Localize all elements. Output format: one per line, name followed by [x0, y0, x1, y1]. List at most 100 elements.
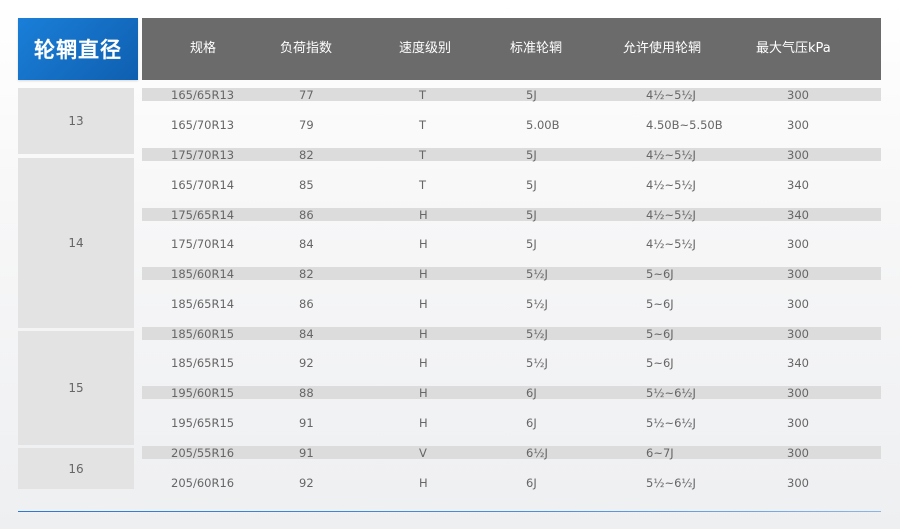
- cell-allowed-rim: 4½~5½J: [646, 207, 696, 222]
- cell-spec: 175/65R14: [171, 207, 235, 222]
- cell-max-pressure: 340: [787, 178, 809, 192]
- cell-load-index: 91: [299, 445, 314, 460]
- cell-speed-rating: V: [419, 445, 427, 460]
- table-row: 175/70R14 84 H 5J 4½~5½J 300: [142, 227, 881, 261]
- cell-standard-rim: 5J: [526, 237, 537, 251]
- cell-speed-rating: H: [419, 266, 428, 281]
- table-row: 205/55R16 91 V 6½J 6~7J 300: [142, 445, 881, 460]
- cell-load-index: 86: [299, 297, 314, 311]
- cell-max-pressure: 300: [787, 476, 809, 490]
- cell-load-index: 86: [299, 207, 314, 222]
- cell-load-index: 84: [299, 326, 314, 341]
- cell-load-index: 84: [299, 237, 314, 251]
- cell-max-pressure: 300: [787, 118, 809, 132]
- cell-allowed-rim: 5~6J: [646, 266, 674, 281]
- cell-max-pressure: 300: [787, 266, 809, 281]
- cell-spec: 185/60R14: [171, 266, 235, 281]
- cell-load-index: 82: [299, 147, 314, 162]
- diameter-cell-14: 14: [18, 158, 134, 328]
- cell-load-index: 92: [299, 356, 314, 370]
- cell-standard-rim: 5½J: [526, 326, 548, 341]
- cell-speed-rating: H: [419, 326, 428, 341]
- table-title: 轮辋直径: [34, 38, 122, 62]
- diameter-cell-16: 16: [18, 448, 134, 489]
- cell-allowed-rim: 4½~5½J: [646, 87, 696, 102]
- diameter-cell-13: 13: [18, 88, 134, 154]
- cell-max-pressure: 300: [787, 237, 809, 251]
- table-row: 175/65R14 86 H 5J 4½~5½J 340: [142, 207, 881, 222]
- cell-load-index: 92: [299, 476, 314, 490]
- cell-allowed-rim: 5~6J: [646, 326, 674, 341]
- cell-spec: 165/70R13: [171, 118, 235, 132]
- cell-spec: 185/65R15: [171, 356, 235, 370]
- table-row: 185/65R15 92 H 5½J 5~6J 340: [142, 346, 881, 380]
- cell-load-index: 79: [299, 118, 314, 132]
- cell-spec: 165/70R14: [171, 178, 235, 192]
- cell-standard-rim: 5½J: [526, 266, 548, 281]
- footer-divider: [18, 511, 881, 512]
- cell-allowed-rim: 4½~5½J: [646, 237, 696, 251]
- cell-max-pressure: 300: [787, 416, 809, 430]
- table-row: 195/65R15 91 H 6J 5½~6½J 300: [142, 406, 881, 440]
- header-standard-rim: 标准轮辋: [510, 41, 563, 56]
- cell-standard-rim: 6½J: [526, 445, 548, 460]
- table-header: 规格 负荷指数 速度级别 标准轮辋 允许使用轮辋 最大气压kPa: [142, 18, 881, 80]
- cell-allowed-rim: 5~6J: [646, 297, 674, 311]
- cell-allowed-rim: 5½~6½J: [646, 476, 696, 490]
- cell-max-pressure: 300: [787, 326, 809, 341]
- cell-allowed-rim: 4.50B~5.50B: [646, 118, 723, 132]
- table-title-box: 轮辋直径: [18, 18, 138, 80]
- cell-speed-rating: T: [419, 87, 427, 102]
- cell-speed-rating: H: [419, 207, 428, 222]
- cell-standard-rim: 5J: [526, 178, 537, 192]
- cell-max-pressure: 300: [787, 385, 809, 400]
- cell-load-index: 85: [299, 178, 314, 192]
- table-row: 165/70R13 79 T 5.00B 4.50B~5.50B 300: [142, 108, 881, 142]
- table-row: 165/70R14 85 T 5J 4½~5½J 340: [142, 168, 881, 202]
- cell-speed-rating: T: [419, 178, 427, 192]
- table-row: 195/60R15 88 H 6J 5½~6½J 300: [142, 385, 881, 400]
- cell-spec: 205/55R16: [171, 445, 235, 460]
- cell-max-pressure: 340: [787, 356, 809, 370]
- cell-speed-rating: H: [419, 237, 428, 251]
- header-allowed-rim: 允许使用轮辋: [623, 41, 702, 56]
- table-row: 185/60R14 82 H 5½J 5~6J 300: [142, 266, 881, 281]
- cell-speed-rating: H: [419, 476, 428, 490]
- cell-load-index: 82: [299, 266, 314, 281]
- cell-allowed-rim: 4½~5½J: [646, 178, 696, 192]
- header-load-index: 负荷指数: [280, 41, 333, 56]
- cell-spec: 185/60R15: [171, 326, 235, 341]
- cell-standard-rim: 5.00B: [526, 118, 560, 132]
- cell-allowed-rim: 5½~6½J: [646, 416, 696, 430]
- cell-standard-rim: 5J: [526, 147, 537, 162]
- cell-speed-rating: H: [419, 356, 428, 370]
- cell-spec: 195/65R15: [171, 416, 235, 430]
- cell-max-pressure: 340: [787, 207, 809, 222]
- cell-standard-rim: 6J: [526, 385, 537, 400]
- cell-speed-rating: T: [419, 147, 427, 162]
- cell-standard-rim: 5½J: [526, 356, 548, 370]
- cell-max-pressure: 300: [787, 87, 809, 102]
- cell-load-index: 88: [299, 385, 314, 400]
- cell-load-index: 91: [299, 416, 314, 430]
- cell-spec: 185/65R14: [171, 297, 235, 311]
- cell-allowed-rim: 4½~5½J: [646, 147, 696, 162]
- table-row: 205/60R16 92 H 6J 5½~6½J 300: [142, 466, 881, 500]
- table-row: 185/65R14 86 H 5½J 5~6J 300: [142, 287, 881, 321]
- cell-max-pressure: 300: [787, 297, 809, 311]
- cell-allowed-rim: 6~7J: [646, 445, 674, 460]
- header-spec: 规格: [190, 41, 217, 56]
- table-row: 175/70R13 82 T 5J 4½~5½J 300: [142, 147, 881, 162]
- cell-speed-rating: H: [419, 416, 428, 430]
- cell-load-index: 77: [299, 87, 314, 102]
- cell-spec: 165/65R13: [171, 87, 235, 102]
- diameter-cell-15: 15: [18, 331, 134, 445]
- cell-allowed-rim: 5½~6½J: [646, 385, 696, 400]
- cell-allowed-rim: 5~6J: [646, 356, 674, 370]
- cell-spec: 205/60R16: [171, 476, 235, 490]
- cell-speed-rating: H: [419, 297, 428, 311]
- cell-max-pressure: 300: [787, 147, 809, 162]
- cell-speed-rating: T: [419, 118, 427, 132]
- cell-standard-rim: 5J: [526, 207, 537, 222]
- header-max-pressure: 最大气压kPa: [756, 41, 831, 56]
